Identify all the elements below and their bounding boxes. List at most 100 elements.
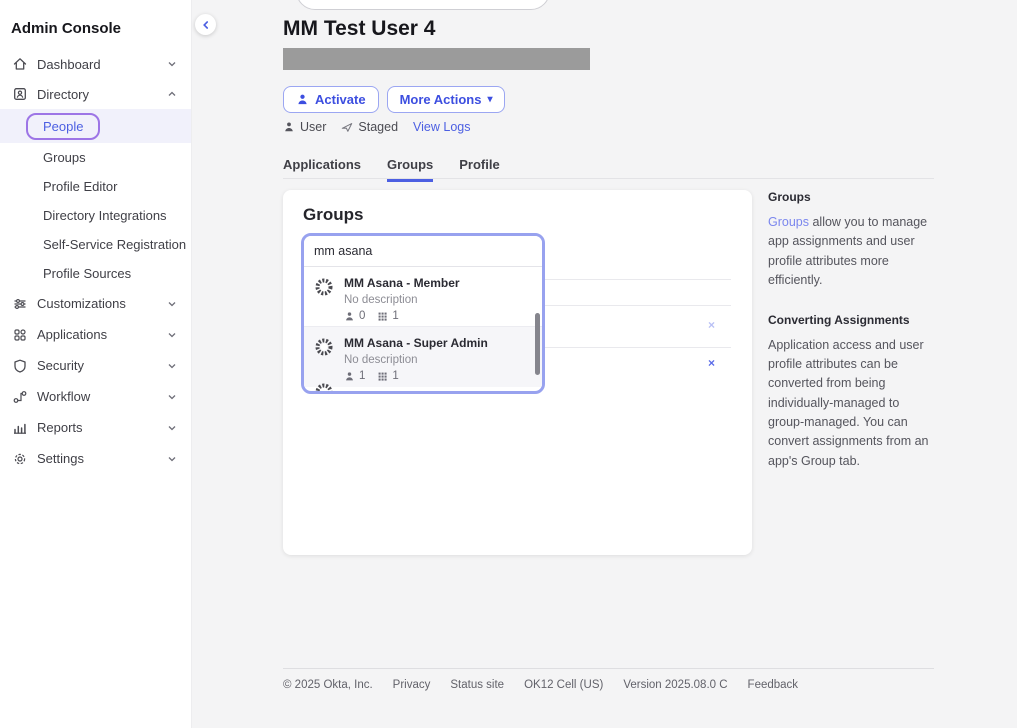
sidebar-item-label: Dashboard xyxy=(37,57,167,72)
user-status: Staged xyxy=(341,120,398,134)
sidebar-item-label: Directory xyxy=(37,87,167,102)
app-title: Admin Console xyxy=(0,0,191,43)
group-search-results: MM Asana - Member No description 0 1 MM … xyxy=(304,267,542,391)
group-result-item[interactable]: MM Asana - Super Admin No description 1 … xyxy=(304,327,542,387)
chevron-down-icon xyxy=(167,59,177,69)
sidebar-item-directory[interactable]: Directory xyxy=(0,79,191,109)
group-sun-icon xyxy=(314,337,334,357)
apps-grid-icon xyxy=(377,371,388,382)
sidebar-item-label: Self-Service Registration xyxy=(43,237,186,252)
group-app-count: 1 xyxy=(392,310,398,322)
remove-group-button[interactable]: × xyxy=(708,356,715,370)
chevron-down-icon xyxy=(167,454,177,464)
groups-help-link[interactable]: Groups xyxy=(768,215,809,229)
person-icon xyxy=(344,311,355,322)
more-actions-label: More Actions xyxy=(400,92,482,107)
footer-cell-label: OK12 Cell (US) xyxy=(524,679,603,691)
sidebar-item-workflow[interactable]: Workflow xyxy=(0,381,191,412)
groups-card-title: Groups xyxy=(303,205,363,225)
sidebar: Admin Console Dashboard Directory People… xyxy=(0,0,192,728)
tabs-divider xyxy=(283,178,934,179)
shield-icon xyxy=(12,358,28,374)
sidebar-item-profile-sources[interactable]: Profile Sources xyxy=(0,259,191,288)
home-icon xyxy=(12,56,28,72)
activate-user-icon xyxy=(296,93,309,106)
directory-icon xyxy=(12,86,28,102)
sliders-icon xyxy=(12,296,28,312)
sidebar-item-dashboard[interactable]: Dashboard xyxy=(0,49,191,79)
group-sun-icon xyxy=(314,382,334,391)
group-row-divider xyxy=(537,305,731,306)
sidebar-item-label: Profile Sources xyxy=(43,266,131,281)
sidebar-item-customizations[interactable]: Customizations xyxy=(0,288,191,319)
sidebar-item-label: People xyxy=(26,113,100,140)
staged-status-icon xyxy=(341,121,353,133)
sidebar-collapse-button[interactable] xyxy=(195,14,216,35)
chevron-down-icon xyxy=(167,392,177,402)
group-row-divider xyxy=(537,347,731,348)
view-logs-link[interactable]: View Logs xyxy=(413,120,470,134)
sidebar-item-people[interactable]: People xyxy=(0,109,191,143)
sidebar-item-directory-integrations[interactable]: Directory Integrations xyxy=(0,201,191,230)
group-counts: 0 1 xyxy=(344,310,460,322)
page-title: MM Test User 4 xyxy=(283,17,436,41)
sidebar-item-self-service-registration[interactable]: Self-Service Registration xyxy=(0,230,191,259)
global-search-input[interactable] xyxy=(296,0,550,10)
group-user-count: 1 xyxy=(359,370,365,382)
caret-down-icon: ▾ xyxy=(487,94,492,105)
footer-feedback-link[interactable]: Feedback xyxy=(748,679,799,691)
sidebar-item-groups[interactable]: Groups xyxy=(0,143,191,172)
workflow-icon xyxy=(12,389,28,405)
help-panel: Groups Groups allow you to manage app as… xyxy=(768,190,935,493)
bar-chart-icon xyxy=(12,420,28,436)
dropdown-scrollbar[interactable] xyxy=(535,313,540,375)
more-actions-button[interactable]: More Actions ▾ xyxy=(387,86,506,113)
group-row-divider xyxy=(537,279,731,280)
chevron-left-icon xyxy=(202,21,210,29)
footer-privacy-link[interactable]: Privacy xyxy=(393,679,431,691)
redacted-user-info-bar xyxy=(283,48,590,70)
footer-copyright: © 2025 Okta, Inc. xyxy=(283,679,373,691)
group-result-item[interactable]: MM Asana - Member No description 0 1 xyxy=(304,267,542,327)
sidebar-item-applications[interactable]: Applications xyxy=(0,319,191,350)
footer: © 2025 Okta, Inc. Privacy Status site OK… xyxy=(283,668,934,691)
help-text-groups: Groups allow you to manage app assignmen… xyxy=(768,213,935,291)
sidebar-item-label: Reports xyxy=(37,420,167,435)
sidebar-item-settings[interactable]: Settings xyxy=(0,443,191,474)
sidebar-item-security[interactable]: Security xyxy=(0,350,191,381)
apps-grid-icon xyxy=(12,327,28,343)
sidebar-item-label: Workflow xyxy=(37,389,167,404)
help-heading-groups: Groups xyxy=(768,190,935,204)
remove-group-button[interactable]: × xyxy=(708,318,715,332)
chevron-down-icon xyxy=(167,299,177,309)
person-icon xyxy=(344,371,355,382)
sidebar-item-reports[interactable]: Reports xyxy=(0,412,191,443)
chevron-down-icon xyxy=(167,330,177,340)
group-name: MM Asana - Super Admin xyxy=(344,336,488,351)
groups-card: Groups × × MM Asana - Member No descript… xyxy=(283,190,752,555)
group-user-count: 0 xyxy=(359,310,365,322)
chevron-up-icon xyxy=(167,89,177,99)
sidebar-item-label: Settings xyxy=(37,451,167,466)
help-heading-converting: Converting Assignments xyxy=(768,313,935,327)
activate-button-label: Activate xyxy=(315,92,366,107)
user-type: User xyxy=(283,120,326,134)
sidebar-item-profile-editor[interactable]: Profile Editor xyxy=(0,172,191,201)
sidebar-item-label: Security xyxy=(37,358,167,373)
group-search-input[interactable] xyxy=(304,236,542,267)
group-name: MM Asana - Member xyxy=(344,276,460,291)
sidebar-item-label: Groups xyxy=(43,150,86,165)
sidebar-item-label: Directory Integrations xyxy=(43,208,167,223)
apps-grid-icon xyxy=(377,311,388,322)
sidebar-nav: Dashboard Directory People Groups Profil… xyxy=(0,43,191,474)
group-search-combobox: MM Asana - Member No description 0 1 MM … xyxy=(301,233,545,394)
chevron-down-icon xyxy=(167,423,177,433)
user-status-label: Staged xyxy=(358,120,398,134)
chevron-down-icon xyxy=(167,361,177,371)
footer-status-site-link[interactable]: Status site xyxy=(450,679,504,691)
activate-button[interactable]: Activate xyxy=(283,86,379,113)
sidebar-item-label: Customizations xyxy=(37,296,167,311)
group-result-item-partial xyxy=(314,382,334,391)
sidebar-item-label: Applications xyxy=(37,327,167,342)
help-text-converting: Application access and user profile attr… xyxy=(768,336,935,472)
